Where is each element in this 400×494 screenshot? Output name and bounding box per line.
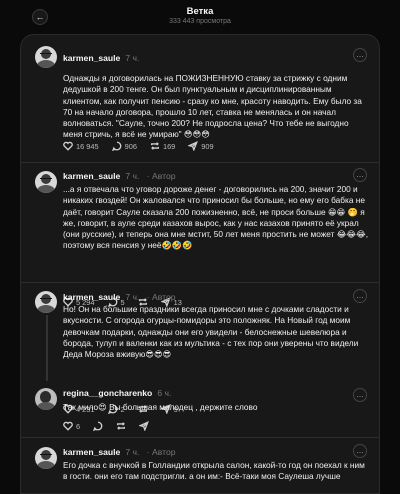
post-text: ...а я отвечала что уговор дороже денег … (63, 184, 369, 251)
post-time: 7 ч. (125, 292, 140, 302)
post-text: Так мило😍 Вы большая молодец , держите с… (63, 402, 258, 412)
post-text: Его дочка с внучкой в Голландии открыла … (63, 460, 365, 482)
repost-arrows-icon (150, 142, 159, 150)
heart-icon (63, 141, 73, 151)
author-tag: · Автор (146, 447, 176, 457)
more-button[interactable]: … (353, 388, 367, 402)
username[interactable]: karmen_saule 7 ч. · Автор (63, 292, 176, 302)
paper-plane-icon (139, 421, 150, 431)
more-button[interactable]: … (353, 168, 367, 182)
views-count: 333 443 просмотра (169, 18, 231, 25)
divider (21, 282, 379, 283)
like-button[interactable]: 16 945 (63, 141, 99, 151)
username[interactable]: karmen_saule 7 ч. · Автор (63, 447, 176, 457)
post-text: Однажды я договорилась на ПОЖИЗНЕННУЮ ст… (63, 73, 362, 140)
thread-line (46, 315, 48, 381)
repost-button[interactable]: 169 (150, 141, 175, 151)
repost-arrows-icon (117, 422, 126, 430)
ellipsis-icon: … (356, 170, 364, 179)
divider (21, 437, 379, 438)
heart-icon (63, 421, 73, 431)
avatar[interactable] (35, 291, 57, 313)
more-button[interactable]: … (353, 289, 367, 303)
post-time: 7 ч. (125, 171, 140, 181)
post-actions: 16 945 906 169 909 (63, 141, 214, 151)
more-button[interactable]: … (353, 48, 367, 62)
ellipsis-icon: … (356, 50, 364, 59)
thread-panel: karmen_saule 7 ч. … Однажды я договорилас… (20, 34, 380, 494)
comment-bubble-icon (111, 141, 121, 151)
share-button[interactable]: 909 (188, 141, 214, 151)
username[interactable]: regina__goncharenko 6 ч. (63, 388, 171, 398)
ellipsis-icon: … (356, 446, 364, 455)
comment-bubble-icon (93, 421, 103, 431)
username[interactable]: karmen_saule 7 ч. · Автор (63, 171, 176, 181)
paper-plane-icon (188, 141, 199, 151)
avatar[interactable] (35, 171, 57, 193)
top-bar: ← Ветка 333 443 просмотра (0, 0, 400, 34)
page-title: Ветка (186, 6, 214, 17)
avatar[interactable] (35, 388, 57, 410)
author-tag: · Автор (146, 171, 176, 181)
avatar[interactable] (35, 447, 57, 469)
post-time: 6 ч. (157, 388, 172, 398)
username[interactable]: karmen_saule 7 ч. (63, 53, 139, 63)
ellipsis-icon: … (356, 291, 364, 300)
comment-button[interactable] (93, 421, 103, 431)
post-time: 7 ч. (125, 53, 140, 63)
post-time: 7 ч. (125, 447, 140, 457)
avatar[interactable] (35, 46, 57, 68)
divider (21, 162, 379, 163)
comment-button[interactable]: 906 (111, 141, 137, 151)
ellipsis-icon: … (356, 390, 364, 399)
more-button[interactable]: … (353, 444, 367, 458)
post-text: Но! Он на большие праздники всегда прино… (63, 304, 359, 360)
share-button[interactable] (139, 421, 150, 431)
author-tag: · Автор (146, 292, 176, 302)
like-button[interactable]: 6 (63, 421, 80, 431)
repost-button[interactable] (116, 421, 126, 431)
post-actions: 6 (63, 421, 150, 431)
